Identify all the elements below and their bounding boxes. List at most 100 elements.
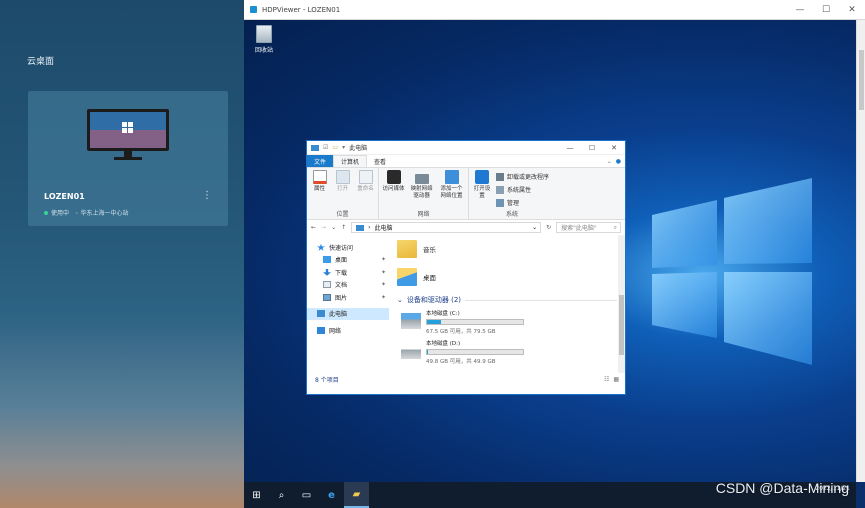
devices-group-header[interactable]: ⌄ 设备和驱动器 (2) bbox=[397, 295, 625, 305]
recycle-bin-label: 回收站 bbox=[254, 47, 273, 54]
nav-downloads[interactable]: 下载 ✦ bbox=[307, 266, 389, 279]
access-media-button[interactable]: 访问媒体 bbox=[382, 170, 405, 209]
manage-button[interactable]: 管理 bbox=[496, 198, 549, 207]
viewer-scrollbar-thumb[interactable] bbox=[859, 50, 864, 110]
ribbon-expand-icon[interactable]: ⌄ bbox=[607, 158, 612, 165]
address-bar[interactable]: › 此电脑 ⌄ bbox=[351, 222, 542, 233]
address-separator-icon: › bbox=[368, 224, 371, 231]
windows-icon: ⊞ bbox=[252, 489, 261, 501]
monitor-icon bbox=[87, 109, 169, 160]
minimize-button[interactable]: — bbox=[787, 0, 813, 20]
nav-documents[interactable]: 文档 ✦ bbox=[307, 279, 389, 292]
remote-desktop[interactable]: 回收站 ☑ ▭ ▾ 此电脑 — ☐ ✕ 文件 计算机 查看 ⌄ ● 属性 打开 … bbox=[244, 20, 856, 482]
file-explorer-taskbar-button[interactable]: ▰ bbox=[344, 482, 369, 508]
scrollbar-thumb[interactable] bbox=[619, 295, 624, 355]
manage-icon bbox=[496, 198, 504, 207]
edge-icon: e bbox=[328, 489, 335, 501]
nav-downloads-label: 下载 bbox=[335, 269, 348, 277]
viewer-logo-icon bbox=[250, 6, 257, 13]
rename-button[interactable]: 重命名 bbox=[356, 170, 375, 209]
new-folder-quick-icon[interactable]: ▭ bbox=[332, 144, 338, 151]
help-icon[interactable]: ● bbox=[616, 158, 621, 165]
hard-drive-icon bbox=[401, 343, 421, 359]
tab-file[interactable]: 文件 bbox=[307, 155, 334, 167]
drive-item-c[interactable]: 本地磁盘 (C:) 67.5 GB 可用，共 79.5 GB bbox=[401, 309, 625, 335]
edge-button[interactable]: e bbox=[319, 482, 344, 508]
pin-icon[interactable]: ✦ bbox=[381, 294, 386, 301]
drive-free-space: 67.5 GB 可用，共 79.5 GB bbox=[426, 329, 496, 335]
properties-quick-icon[interactable]: ☑ bbox=[323, 144, 328, 151]
folder-item-music[interactable]: 音乐 bbox=[397, 235, 625, 263]
recycle-bin[interactable]: 回收站 bbox=[252, 25, 276, 54]
system-small-buttons: 卸载或更改程序 系统属性 管理 bbox=[496, 170, 549, 209]
network-location-icon bbox=[444, 170, 459, 184]
nav-pictures[interactable]: 图片 ✦ bbox=[307, 291, 389, 304]
map-network-drive-button[interactable]: 映射网络驱动器 bbox=[409, 170, 434, 209]
explorer-maximize-button[interactable]: ☐ bbox=[581, 141, 603, 155]
nav-this-pc[interactable]: 此电脑 bbox=[307, 307, 389, 320]
viewer-window-controls: — ☐ ✕ bbox=[787, 0, 865, 20]
open-button[interactable]: 打开 bbox=[333, 170, 352, 209]
properties-label: 属性 bbox=[313, 186, 325, 192]
ribbon-controls: ⌄ ● bbox=[607, 155, 625, 167]
nav-network[interactable]: 网络 bbox=[307, 324, 389, 337]
back-button[interactable]: ← bbox=[311, 224, 316, 231]
forward-button[interactable]: → bbox=[321, 224, 326, 231]
tiles-view-icon[interactable]: ▦ bbox=[609, 376, 625, 383]
search-input[interactable]: 搜索"此电脑" ⌕ bbox=[556, 222, 621, 233]
up-button[interactable]: ↑ bbox=[341, 224, 346, 231]
explorer-minimize-button[interactable]: — bbox=[559, 141, 581, 155]
folder-icon: ▰ bbox=[352, 488, 361, 500]
uninstall-icon bbox=[496, 172, 504, 181]
pin-icon[interactable]: ✦ bbox=[381, 256, 386, 263]
search-button[interactable]: ⌕ bbox=[269, 482, 294, 508]
quick-access-dropdown-icon[interactable]: ▾ bbox=[342, 144, 345, 151]
folder-item-desktop[interactable]: 桌面 bbox=[397, 263, 625, 291]
explorer-close-button[interactable]: ✕ bbox=[603, 141, 625, 155]
properties-button[interactable]: 属性 bbox=[310, 170, 329, 209]
tab-computer[interactable]: 计算机 bbox=[333, 155, 368, 167]
refresh-icon[interactable]: ↻ bbox=[546, 224, 551, 231]
maximize-button[interactable]: ☐ bbox=[813, 0, 839, 20]
desktop-card[interactable]: LOZEN01 ⋮ 使用中 ◦ 华东上海一中心站 bbox=[28, 91, 228, 226]
open-settings-button[interactable]: 打开设置 bbox=[472, 170, 492, 209]
viewer-scrollbar[interactable] bbox=[856, 20, 865, 482]
desktop-meta: 使用中 ◦ 华东上海一中心站 bbox=[44, 208, 128, 217]
start-button[interactable]: ⊞ bbox=[244, 482, 269, 508]
collapse-chevron-icon[interactable]: ⌄ bbox=[397, 296, 403, 304]
folder-label: 桌面 bbox=[423, 274, 436, 282]
viewer-titlebar[interactable]: HDPViewer - LOZEN01 — ☐ ✕ bbox=[244, 0, 865, 20]
close-button[interactable]: ✕ bbox=[839, 0, 865, 20]
content-scrollbar[interactable] bbox=[618, 235, 625, 373]
add-network-location-button[interactable]: 添加一个网络位置 bbox=[438, 170, 465, 209]
tab-view[interactable]: 查看 bbox=[367, 155, 393, 167]
location: ◦ 华东上海一中心站 bbox=[75, 208, 128, 217]
item-count: 8 个项目 bbox=[315, 376, 339, 384]
computer-icon bbox=[311, 144, 319, 151]
nav-quick-access-label: 快速访问 bbox=[329, 244, 354, 252]
drive-usage-bar bbox=[426, 349, 524, 355]
navigation-pane: 快速访问 桌面 ✦ 下载 ✦ 文档 ✦ 图片 ✦ 此电脑 网络 bbox=[307, 235, 389, 373]
recent-locations-icon[interactable]: ⌄ bbox=[331, 224, 336, 231]
file-explorer-window: ☑ ▭ ▾ 此电脑 — ☐ ✕ 文件 计算机 查看 ⌄ ● 属性 打开 重命名 … bbox=[306, 140, 626, 395]
task-view-icon: ▭ bbox=[301, 489, 312, 501]
more-options-icon[interactable]: ⋮ bbox=[202, 190, 212, 201]
search-placeholder: 搜索"此电脑" bbox=[561, 225, 597, 232]
drive-item-d[interactable]: 本地磁盘 (D:) 49.8 GB 可用，共 49.9 GB bbox=[401, 339, 625, 365]
access-media-label: 访问媒体 bbox=[382, 186, 405, 192]
uninstall-programs-button[interactable]: 卸载或更改程序 bbox=[496, 172, 549, 181]
ribbon-group-system: 打开设置 卸载或更改程序 系统属性 管理 系统 bbox=[469, 168, 555, 219]
location-group-label: 位置 bbox=[336, 211, 349, 218]
nav-desktop[interactable]: 桌面 ✦ bbox=[307, 254, 389, 267]
pin-icon[interactable]: ✦ bbox=[381, 269, 386, 276]
task-view-button[interactable]: ▭ bbox=[294, 482, 319, 508]
music-folder-icon bbox=[397, 240, 417, 258]
address-dropdown-icon[interactable]: ⌄ bbox=[532, 224, 540, 231]
system-properties-button[interactable]: 系统属性 bbox=[496, 185, 549, 194]
search-icon: ⌕ bbox=[613, 223, 617, 231]
explorer-title: 此电脑 bbox=[349, 145, 368, 152]
open-label: 打开 bbox=[336, 186, 348, 192]
pin-icon[interactable]: ✦ bbox=[381, 281, 386, 288]
explorer-titlebar[interactable]: ☑ ▭ ▾ 此电脑 — ☐ ✕ bbox=[307, 141, 625, 155]
nav-quick-access[interactable]: 快速访问 bbox=[307, 241, 389, 254]
